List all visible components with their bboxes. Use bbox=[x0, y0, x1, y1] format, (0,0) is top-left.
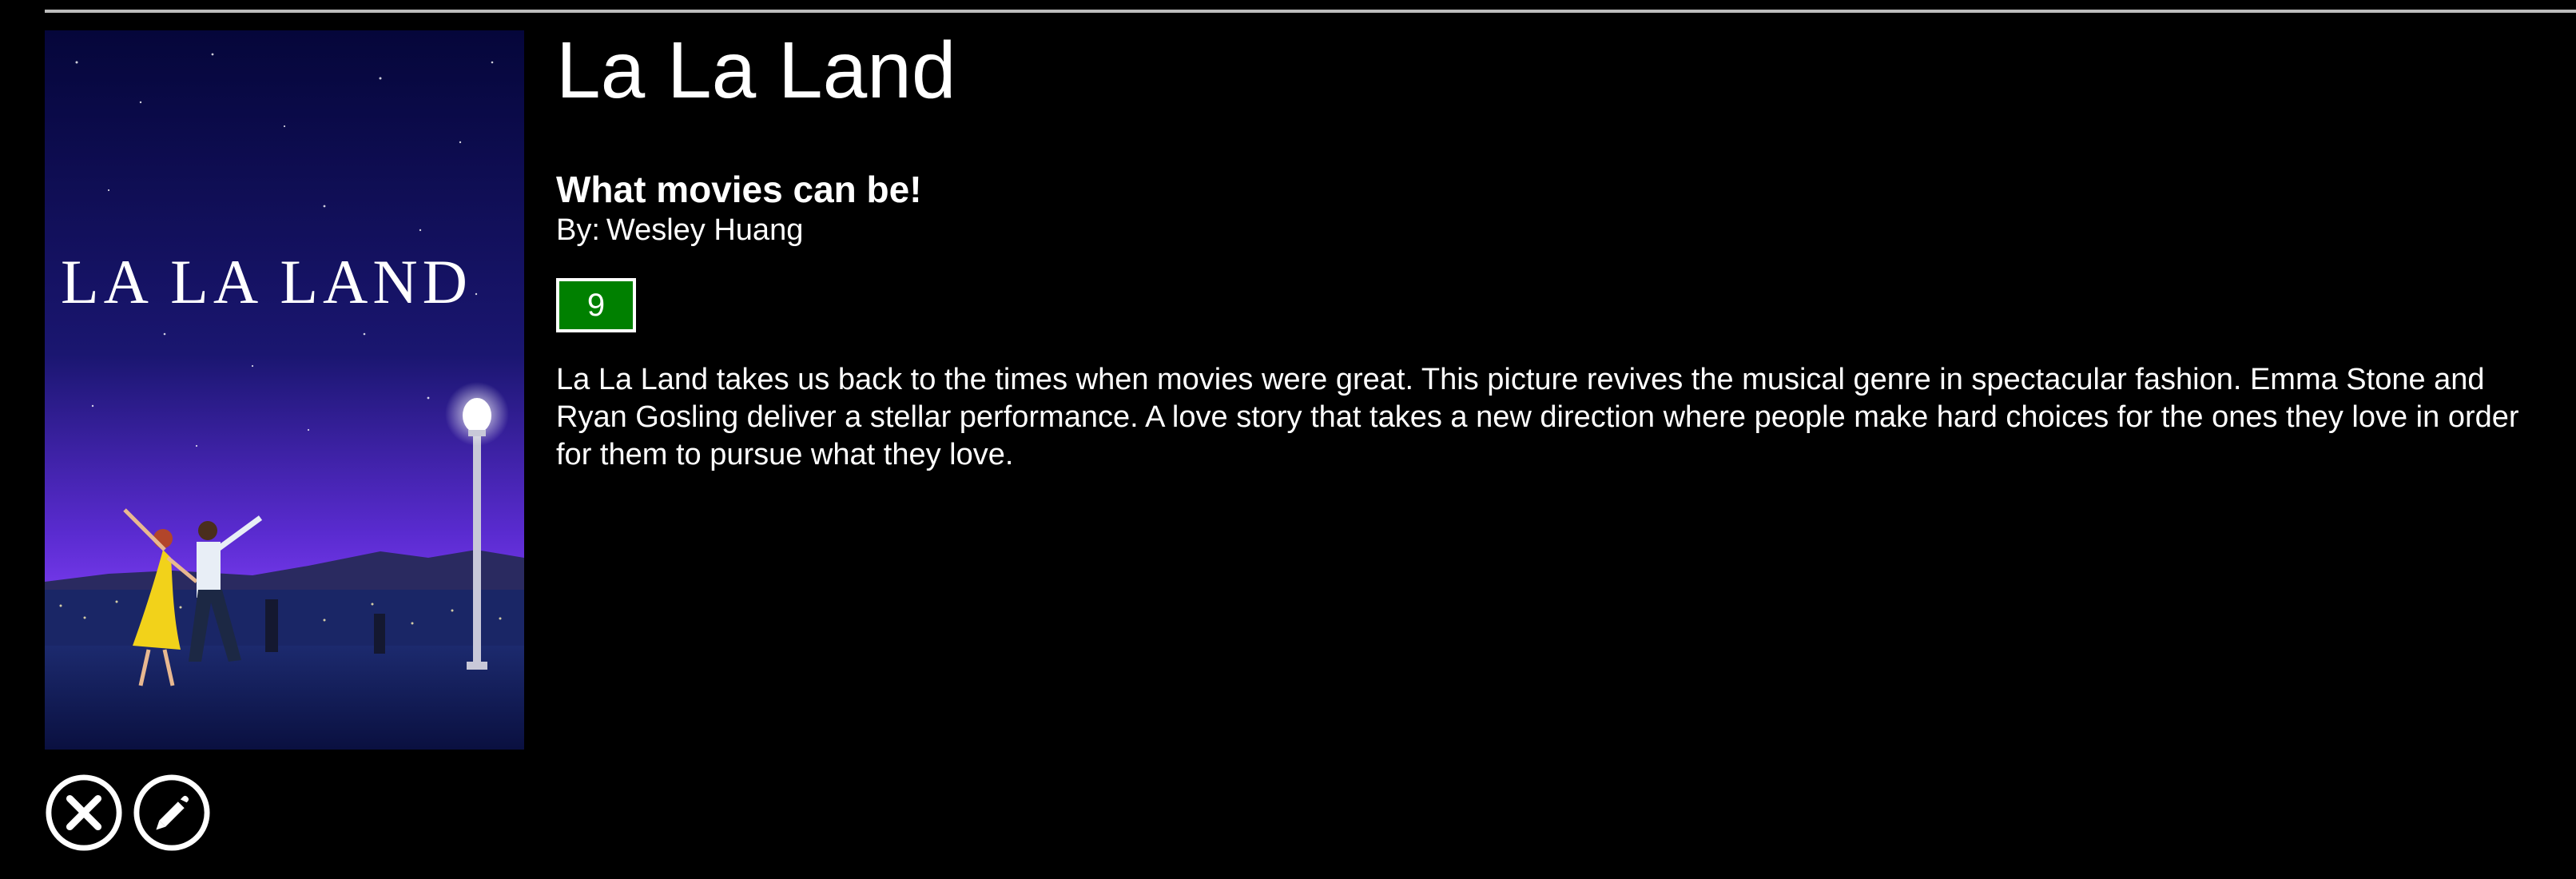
delete-button[interactable] bbox=[45, 774, 123, 852]
movie-poster: LA LA LAND bbox=[45, 30, 524, 750]
poster-title-text: LA LA LAND bbox=[61, 247, 472, 316]
edit-button[interactable] bbox=[133, 774, 211, 852]
close-circle-icon bbox=[46, 774, 122, 851]
top-divider bbox=[45, 10, 2576, 13]
pencil-circle-icon bbox=[133, 774, 210, 851]
review-headline: What movies can be! bbox=[556, 169, 922, 210]
author-name: Wesley Huang bbox=[606, 213, 804, 247]
movie-details: La La Land What movies can be! By: Wesley… bbox=[556, 24, 2538, 474]
movie-actions bbox=[45, 774, 211, 853]
score-badge: 9 bbox=[556, 278, 636, 332]
movie-title: La La Land bbox=[556, 26, 956, 115]
author-prefix: By: bbox=[556, 213, 600, 247]
review-text: La La Land takes us back to the times wh… bbox=[556, 363, 2519, 471]
review-author: By: Wesley Huang bbox=[556, 213, 2538, 248]
poster-illustration bbox=[45, 30, 524, 750]
